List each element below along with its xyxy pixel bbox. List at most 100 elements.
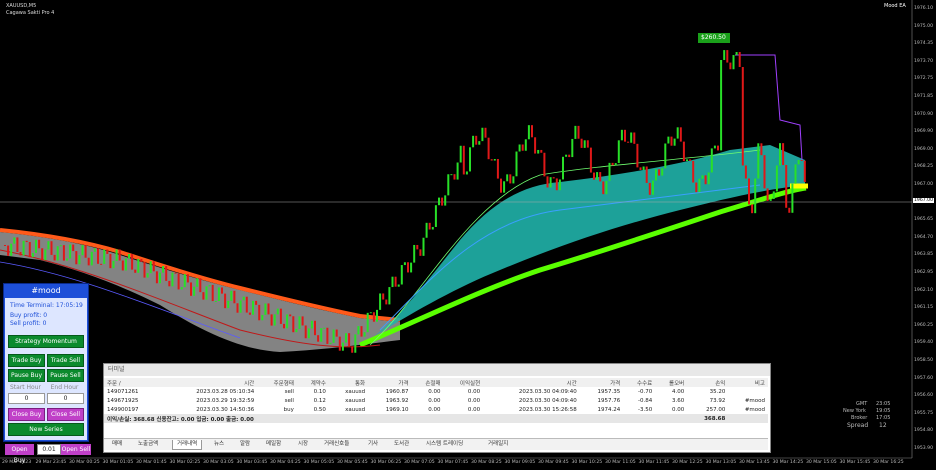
- table-row[interactable]: 149900197 2023.03.30 14:50:36 buy 0.50 xauus…: [104, 405, 768, 414]
- column-header[interactable]: 계약수: [296, 378, 329, 387]
- x-tick-label: 29 Mar 23:45: [35, 460, 67, 465]
- tab-1[interactable]: 노출금액: [134, 440, 162, 449]
- tab-7[interactable]: 거래신호들: [320, 440, 353, 449]
- close-sell-button[interactable]: Close Sell: [47, 408, 84, 421]
- pause-buy-button[interactable]: Pause Buy: [8, 369, 45, 382]
- candle: [134, 269, 137, 273]
- column-header[interactable]: 주문 /: [104, 378, 161, 387]
- candle: [754, 178, 757, 214]
- candle: [183, 274, 186, 288]
- column-header[interactable]: 수수료: [623, 378, 656, 387]
- tab-3[interactable]: 뉴스: [210, 440, 228, 449]
- tab-6[interactable]: 시장: [294, 440, 312, 449]
- candle: [357, 326, 360, 335]
- table-cell: -0.70: [637, 388, 653, 395]
- candle: [692, 160, 695, 183]
- tab-10[interactable]: 시스템 트레이딩: [422, 440, 467, 449]
- open-buy-button[interactable]: Open Buy: [5, 444, 34, 464]
- y-tick-label: 1969.00: [914, 146, 933, 152]
- candle: [388, 287, 391, 305]
- trade-buy-button[interactable]: Trade Buy: [8, 354, 45, 367]
- tab-5[interactable]: 메일함: [262, 440, 285, 449]
- candle: [159, 272, 161, 284]
- candle: [698, 178, 701, 193]
- candle: [190, 282, 192, 296]
- candle: [788, 207, 791, 213]
- column-header[interactable]: 시간: [160, 378, 258, 387]
- candle: [360, 326, 363, 337]
- candle: [348, 333, 351, 347]
- candle: [450, 174, 453, 176]
- start-hour-input[interactable]: 0: [8, 393, 45, 404]
- candle: [766, 188, 769, 201]
- candle: [239, 300, 242, 313]
- pause-sell-button[interactable]: Pause Sell: [47, 369, 84, 382]
- tab-0[interactable]: 매매: [108, 440, 126, 449]
- tab-4[interactable]: 알람: [236, 440, 254, 449]
- table-cell: 0.00: [467, 388, 481, 395]
- strategy-button[interactable]: Strategy Momentum: [8, 335, 84, 348]
- new-series-button[interactable]: New Series: [8, 423, 84, 436]
- tab-8[interactable]: 기사: [364, 440, 382, 449]
- table-row[interactable]: 149071261 2023.03.28 05:10:34 sell 0.10 xauu…: [104, 387, 768, 396]
- table-cell: sell: [284, 397, 294, 404]
- candle: [69, 244, 72, 259]
- x-tick-label: 30 Mar 12:25: [672, 460, 703, 465]
- candle: [28, 242, 31, 258]
- column-header[interactable]: 롤오버: [655, 378, 688, 387]
- ny-label: New York: [843, 408, 866, 414]
- y-tick-label: 1969.90: [914, 129, 933, 135]
- column-header[interactable]: 가격: [368, 378, 412, 387]
- candle: [586, 140, 589, 148]
- open-sell-button[interactable]: Open Sell: [61, 444, 91, 455]
- candle: [524, 139, 527, 151]
- lot-input[interactable]: 0.01: [37, 444, 61, 455]
- candle: [493, 158, 496, 161]
- trade-sell-button[interactable]: Trade Sell: [47, 354, 84, 367]
- candle: [689, 159, 692, 161]
- table-cell: 1957.76: [597, 397, 621, 404]
- table-cell: 2023.03.29 19:32:59: [196, 397, 255, 404]
- candle: [304, 325, 307, 339]
- candle: [453, 174, 456, 180]
- candle: [438, 197, 440, 206]
- tab-11[interactable]: 거래일지: [484, 440, 512, 449]
- column-header[interactable]: 손절매: [411, 378, 444, 387]
- candle: [310, 320, 313, 329]
- table-cell: 1960.87: [385, 388, 409, 395]
- x-tick-label: 30 Mar 05:05: [303, 460, 335, 465]
- close-buy-button[interactable]: Close Buy: [8, 408, 45, 421]
- candle: [462, 145, 465, 175]
- column-header[interactable]: 비고: [728, 378, 768, 387]
- candle: [720, 59, 723, 151]
- column-header[interactable]: 손익: [687, 378, 729, 387]
- candle: [509, 174, 512, 184]
- candle: [521, 144, 524, 151]
- candle: [165, 266, 168, 281]
- time-terminal: Time Terminal: 17:05:19: [10, 302, 83, 309]
- table-cell: 2023.03.30 04:09:40: [518, 397, 577, 404]
- candle: [47, 241, 50, 250]
- candle: [434, 205, 437, 227]
- x-tick-label: 30 Mar 05:45: [337, 460, 368, 465]
- table-cell: 149900197: [107, 406, 139, 413]
- candle: [168, 280, 171, 287]
- x-tick-label: 30 Mar 07:05: [404, 460, 435, 465]
- column-header[interactable]: 이익실현: [443, 378, 484, 387]
- column-header[interactable]: 주문형태: [257, 378, 297, 387]
- candle: [78, 255, 81, 265]
- column-header[interactable]: 시간: [483, 378, 580, 387]
- candle: [264, 303, 267, 315]
- column-header[interactable]: 통화: [328, 378, 369, 387]
- table-cell: 3.60: [671, 397, 685, 404]
- candle: [593, 172, 595, 180]
- candle: [760, 143, 763, 156]
- start-hour-label: Start Hour: [9, 384, 42, 391]
- tab-2[interactable]: 거래내역: [172, 440, 203, 450]
- table-row[interactable]: 149671925 2023.03.29 19:32:59 sell 0.12 xauu…: [104, 396, 768, 405]
- tab-9[interactable]: 도서관: [390, 440, 413, 449]
- end-hour-input[interactable]: 0: [47, 393, 84, 404]
- column-header[interactable]: 가격: [579, 378, 624, 387]
- table-cell: 0.00: [671, 406, 685, 413]
- candle: [72, 244, 75, 252]
